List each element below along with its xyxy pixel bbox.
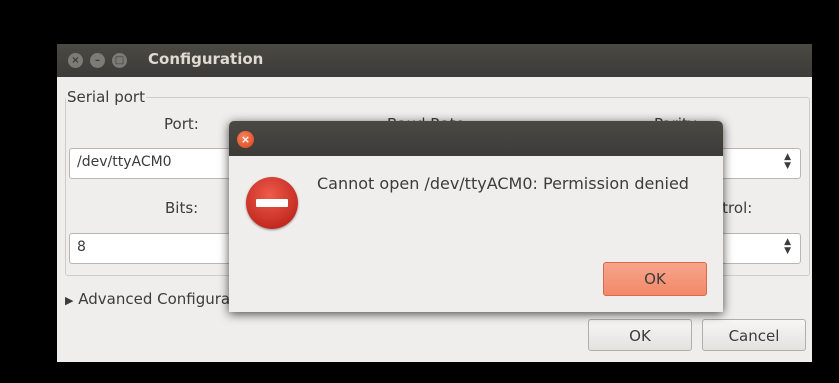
window-titlebar[interactable]: × – □ Configuration (57, 44, 812, 77)
ok-button[interactable]: OK (588, 319, 692, 351)
error-dialog: × Cannot open /dev/ttyACM0: Permission d… (229, 121, 723, 312)
cancel-button[interactable]: Cancel (702, 319, 806, 351)
expander-triangle-icon: ▶ (65, 294, 74, 307)
error-message: Cannot open /dev/ttyACM0: Permission den… (317, 174, 689, 193)
dialog-titlebar[interactable]: × (229, 121, 723, 156)
port-combobox[interactable]: /dev/ttyACM0 (69, 148, 231, 179)
bits-combobox[interactable]: 8 (69, 233, 231, 264)
port-value: /dev/ttyACM0 (77, 154, 172, 170)
spin-arrows-icon: ▲ ▼ (784, 237, 791, 256)
error-icon-bar (256, 199, 288, 207)
window-title: Configuration (148, 50, 264, 68)
parity-combobox[interactable]: ▲ ▼ (717, 148, 801, 179)
spin-arrows-icon: ▲ ▼ (784, 152, 791, 171)
error-icon (246, 177, 298, 229)
bits-value: 8 (77, 239, 86, 255)
flow-control-combobox[interactable]: ▲ ▼ (717, 233, 801, 264)
bits-label: Bits: (165, 199, 199, 217)
dialog-ok-button[interactable]: OK (603, 262, 707, 296)
close-icon[interactable]: × (237, 131, 254, 148)
serial-port-group-title: Serial port (66, 88, 146, 106)
port-label: Port: (164, 115, 199, 133)
close-icon[interactable]: × (68, 53, 83, 68)
minimize-icon[interactable]: – (90, 53, 105, 68)
maximize-icon[interactable]: □ (112, 53, 127, 68)
